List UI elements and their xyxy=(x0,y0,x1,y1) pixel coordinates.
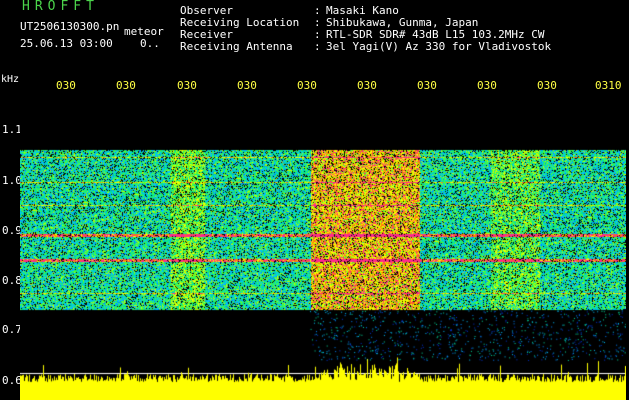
freq-tick-label: 1.0 xyxy=(2,174,22,187)
antenna-label: Receiving Antenna xyxy=(180,40,293,53)
file-name: UT2506130300.pn xyxy=(20,20,120,33)
datetime: 25.06.13 03:00 xyxy=(20,37,113,50)
amplitude-strip xyxy=(20,355,626,400)
antenna-colon: : xyxy=(314,40,321,53)
freq-tick-label: 0.7 xyxy=(2,323,22,336)
freq-tick-label: 0.6 xyxy=(2,374,22,387)
time-tick-label: 030 xyxy=(116,79,136,92)
datetime-extra: 0.. xyxy=(140,37,160,50)
time-tick-label: 030 xyxy=(537,79,557,92)
freq-unit-label: kHz xyxy=(1,74,20,85)
time-tick-label: 030 xyxy=(177,79,197,92)
time-tick-label: 030 xyxy=(237,79,257,92)
freq-tick-label: 1.1 xyxy=(2,123,22,136)
time-tick-label: 030 xyxy=(297,79,317,92)
antenna-value: 3el Yagi(V) Az 330 for Vladivostok xyxy=(326,40,552,53)
time-tick-label: 030 xyxy=(417,79,437,92)
hrofft-window: HROFFT UT2506130300.pn meteor 25.06.13 0… xyxy=(0,0,629,400)
time-tick-label: 030 xyxy=(477,79,497,92)
freq-tick-label: 0.9 xyxy=(2,224,22,237)
app-title: HROFFT xyxy=(22,0,99,14)
time-tick-label: 0310 xyxy=(595,79,622,92)
freq-tick-label: 0.8 xyxy=(2,274,22,287)
time-tick-label: 030 xyxy=(357,79,377,92)
time-tick-label: 030 xyxy=(56,79,76,92)
